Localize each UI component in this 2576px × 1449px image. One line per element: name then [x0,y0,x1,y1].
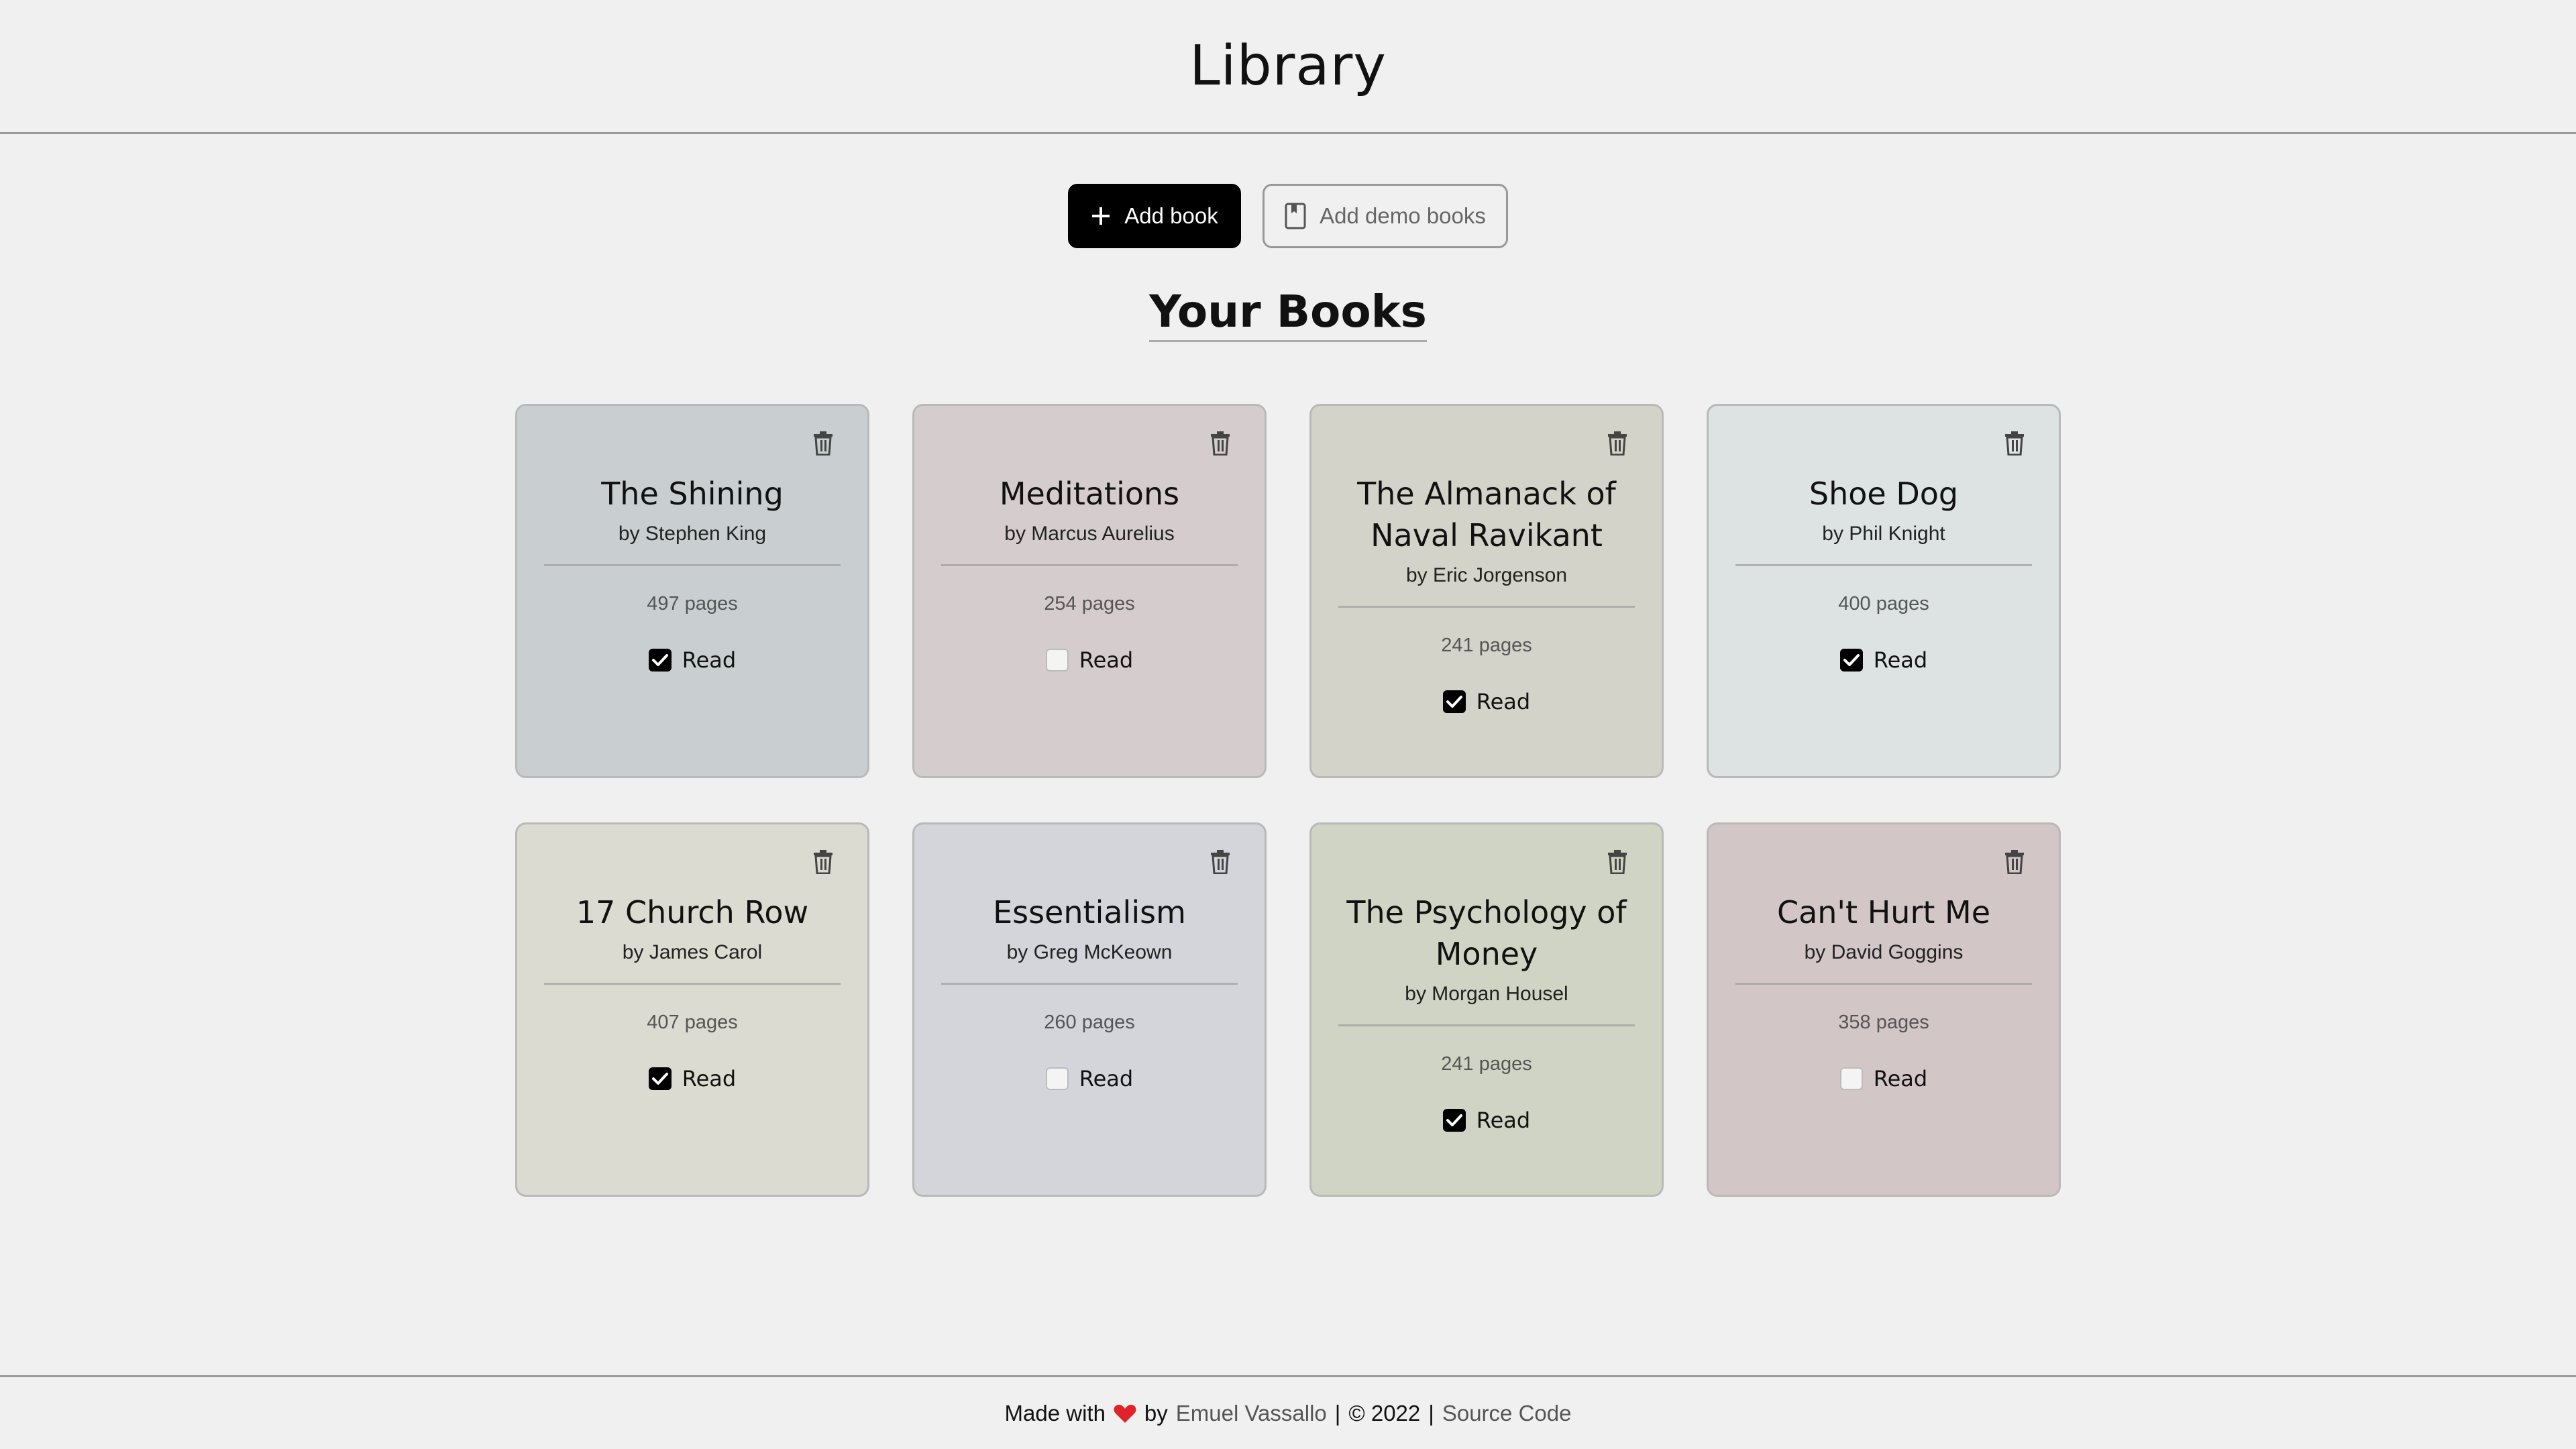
book-pages: 254 pages [1044,593,1135,614]
read-label: Read [1079,647,1134,673]
read-toggle[interactable]: Read [544,647,841,673]
plus-icon [1091,206,1111,226]
book-card: The Almanack of Naval Ravikant by Eric J… [1309,404,1664,778]
trash-icon[interactable] [812,850,834,875]
book-pages: 358 pages [1838,1012,1929,1033]
action-bar: Add book Add demo books [0,184,2576,248]
book-author: by Marcus Aurelius [1004,523,1175,545]
your-books-heading: Your Books [1149,286,1427,342]
add-book-label: Add book [1124,203,1218,228]
app-title: Library [1189,34,1387,98]
trash-icon[interactable] [2004,431,2025,456]
bookmark-icon [1285,203,1306,229]
book-card: 17 Church Row by James Carol 407 pages R… [515,822,869,1197]
card-divider [544,564,841,566]
trash-icon[interactable] [1210,850,1231,875]
read-checkbox[interactable] [1045,1067,1069,1090]
read-toggle[interactable]: Read [544,1066,841,1091]
read-checkbox[interactable] [1839,1067,1863,1090]
book-pages: 241 pages [1441,635,1532,656]
heart-icon [1114,1403,1136,1424]
read-toggle[interactable]: Read [1338,1108,1635,1133]
section-title: Your Books [0,286,2576,342]
book-pages: 241 pages [1441,1053,1532,1075]
read-label: Read [682,647,737,673]
card-divider [1338,606,1635,608]
trash-icon[interactable] [2004,850,2025,875]
card-divider [1338,1024,1635,1026]
book-title: The Shining [601,476,784,512]
made-with-text: Made with [1004,1400,1106,1426]
add-book-button[interactable]: Add book [1068,184,1241,248]
book-card: Meditations by Marcus Aurelius 254 pages… [912,404,1267,778]
read-label: Read [1476,689,1531,714]
read-checkbox[interactable] [1839,649,1863,672]
book-title: Meditations [999,476,1180,512]
add-demo-books-label: Add demo books [1320,203,1486,228]
book-title: Essentialism [993,894,1186,930]
read-toggle[interactable]: Read [1735,1066,2032,1091]
book-pages: 497 pages [647,593,738,614]
book-card: The Psychology of Money by Morgan Housel… [1309,822,1664,1197]
author-link[interactable]: Emuel Vassallo [1176,1401,1327,1426]
book-pages: 260 pages [1044,1012,1135,1033]
read-toggle[interactable]: Read [1735,647,2032,673]
app-header: Library [0,0,2576,134]
trash-icon[interactable] [812,431,834,456]
library-page: Library Add book Add demo books Your Boo… [0,0,2576,1449]
book-card: Essentialism by Greg McKeown 260 pages R… [912,822,1267,1197]
book-author: by Morgan Housel [1405,983,1568,1005]
book-card: The Shining by Stephen King 497 pages Re… [515,404,869,778]
book-author: by Greg McKeown [1006,941,1173,963]
read-label: Read [682,1066,737,1091]
read-checkbox[interactable] [648,1067,672,1090]
read-checkbox[interactable] [1442,690,1466,713]
book-card: Shoe Dog by Phil Knight 400 pages Read [1707,404,2061,778]
trash-icon[interactable] [1210,431,1231,456]
read-checkbox[interactable] [1045,649,1069,672]
read-checkbox[interactable] [648,649,672,672]
app-footer: Made with by Emuel Vassallo | © 2022 | S… [0,1375,2576,1449]
read-label: Read [1873,647,1928,673]
card-divider [544,983,841,985]
book-title: Shoe Dog [1809,476,1959,512]
by-text: by [1144,1400,1168,1426]
card-divider [1735,983,2032,985]
read-label: Read [1476,1108,1531,1133]
read-checkbox[interactable] [1442,1109,1466,1132]
book-author: by James Carol [622,941,763,963]
card-divider [941,564,1238,566]
book-author: by Eric Jorgenson [1405,564,1568,586]
book-title: 17 Church Row [576,894,809,930]
read-toggle[interactable]: Read [1338,689,1635,714]
card-divider [1735,564,2032,566]
book-author: by David Goggins [1804,941,1964,963]
read-label: Read [1079,1066,1134,1091]
read-label: Read [1873,1066,1928,1091]
footer-separator: | [1428,1400,1434,1426]
book-author: by Phil Knight [1822,523,1945,545]
card-divider [941,983,1238,985]
read-toggle[interactable]: Read [941,1066,1238,1091]
book-pages: 407 pages [647,1012,738,1033]
book-grid: The Shining by Stephen King 497 pages Re… [515,404,2061,1197]
book-pages: 400 pages [1838,593,1929,614]
read-toggle[interactable]: Read [941,647,1238,673]
book-card: Can't Hurt Me by David Goggins 358 pages… [1707,822,2061,1197]
book-title: The Psychology of Money [1346,894,1627,972]
trash-icon[interactable] [1607,850,1628,875]
book-title: The Almanack of Naval Ravikant [1357,476,1616,553]
book-author: by Stephen King [618,523,767,545]
trash-icon[interactable] [1607,431,1628,456]
footer-separator: | [1334,1400,1341,1426]
copyright-text: © 2022 [1348,1400,1421,1426]
source-code-link[interactable]: Source Code [1442,1401,1572,1426]
add-demo-books-button[interactable]: Add demo books [1263,184,1508,248]
book-title: Can't Hurt Me [1776,894,1991,930]
